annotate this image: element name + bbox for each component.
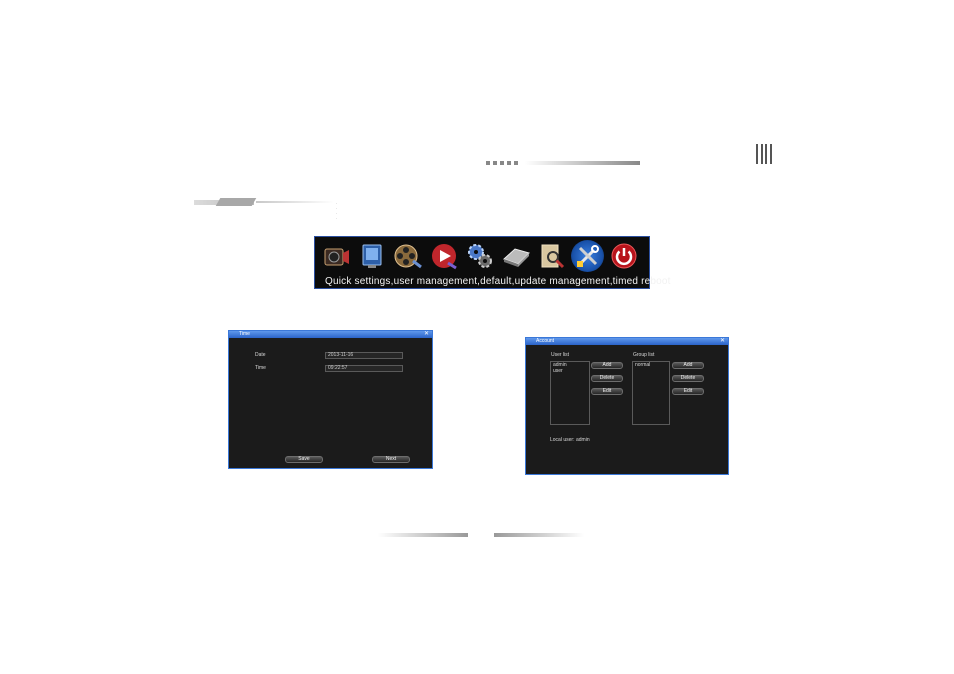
menu-caption: Quick settings,user management,default,u…	[325, 276, 671, 287]
menu-item-gears[interactable]	[463, 240, 496, 272]
save-button[interactable]: Save	[285, 456, 323, 463]
account-window-title: Account	[536, 338, 555, 344]
header-dots-bar	[486, 160, 640, 166]
date-field[interactable]: 2013-11-16	[325, 352, 403, 359]
close-icon[interactable]: ✕	[720, 338, 725, 345]
delete-user-button[interactable]: Delete	[591, 375, 623, 382]
list-item[interactable]: user	[551, 368, 589, 374]
list-item[interactable]: normal	[633, 362, 669, 368]
gears-icon	[467, 244, 492, 268]
time-field[interactable]: 09:22:57	[325, 365, 403, 372]
delete-group-button[interactable]: Delete	[672, 375, 704, 382]
date-label: Date	[255, 352, 266, 358]
menu-item-film[interactable]	[391, 240, 424, 272]
main-menu-bar: Quick settings,user management,default,u…	[314, 236, 670, 289]
menu-item-tools[interactable]	[571, 240, 604, 272]
time-window-titlebar[interactable]: Time ✕	[229, 331, 432, 338]
section-divider: · · · ·	[194, 198, 337, 221]
time-window: Time ✕ Date 2013-11-16 Time 09:22:57 Sav…	[228, 330, 433, 469]
account-window: Account ✕ User list admin user Add Delet…	[525, 337, 729, 475]
menu-item-search[interactable]	[535, 240, 568, 272]
local-user-value: admin	[576, 437, 590, 443]
playback-icon	[431, 244, 457, 270]
close-icon[interactable]: ✕	[424, 331, 429, 338]
menu-item-storage[interactable]	[499, 240, 532, 272]
display-icon	[362, 244, 381, 268]
time-window-title: Time	[239, 331, 250, 337]
record-icon	[324, 248, 349, 266]
hard-disk-icon	[502, 248, 530, 267]
group-list-label: Group list	[633, 352, 655, 358]
film-reel-icon	[394, 244, 422, 269]
menu-item-playback[interactable]	[427, 240, 460, 272]
account-window-titlebar[interactable]: Account ✕	[526, 338, 728, 345]
menu-item-display[interactable]	[355, 240, 388, 272]
next-button[interactable]: Next	[372, 456, 410, 463]
tools-icon	[576, 245, 599, 267]
footer-bar-left	[378, 533, 468, 537]
user-list[interactable]: admin user	[550, 361, 590, 425]
menu-item-record[interactable]	[319, 240, 352, 272]
edit-group-button[interactable]: Edit	[672, 388, 704, 395]
edit-user-button[interactable]: Edit	[591, 388, 623, 395]
local-user-label: Local user:	[550, 437, 575, 443]
group-list[interactable]: normal	[632, 361, 670, 425]
footer-bar-right	[494, 533, 584, 537]
add-group-button[interactable]: Add	[672, 362, 704, 369]
user-list-label: User list	[551, 352, 570, 358]
menu-item-power[interactable]	[607, 240, 640, 272]
page-marker	[756, 144, 772, 164]
time-label: Time	[255, 365, 266, 371]
add-user-button[interactable]: Add	[591, 362, 623, 369]
power-icon	[611, 243, 636, 269]
search-icon	[541, 244, 564, 269]
